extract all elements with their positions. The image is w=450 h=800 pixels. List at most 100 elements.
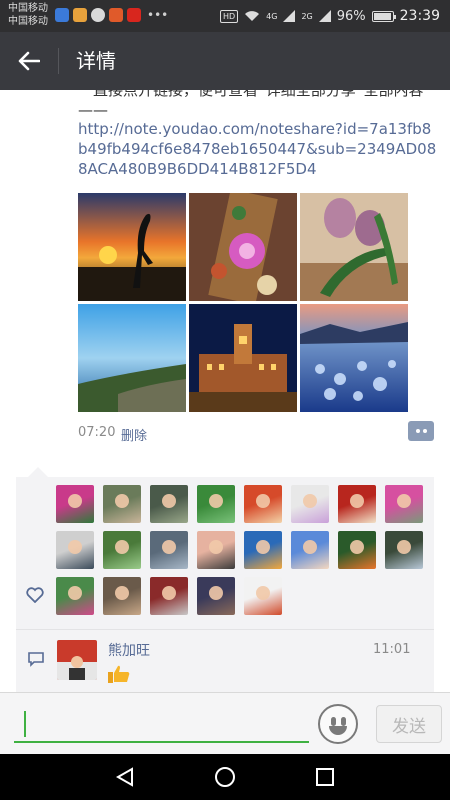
photo-grid [78,193,408,412]
likes-arrow [28,467,48,477]
carrier-2: 中国移动 [8,16,48,27]
hd-badge: HD [219,9,239,23]
comment-menu-button[interactable] [408,421,434,441]
app-bar: 详情 [0,32,450,90]
avatar-face [209,540,223,554]
avatar-face [68,586,82,600]
commenter-name[interactable]: 熊加旺 [108,640,150,660]
like-avatar[interactable] [197,577,235,615]
like-avatar[interactable] [291,531,329,569]
avatar-face [162,540,176,554]
avatar-face [209,586,223,600]
like-avatar[interactable] [56,531,94,569]
input-bar: 发送 [0,692,450,754]
comment-input[interactable] [14,707,309,743]
status-right: HD 4G 2G 96% 23:39 [219,8,440,24]
nav-home-icon[interactable] [214,766,236,788]
like-avatar[interactable] [150,531,188,569]
coastal-town-photo[interactable] [78,304,186,412]
like-avatar[interactable] [197,531,235,569]
app-notification-icon [91,8,105,22]
like-avatars [56,485,436,615]
commenter-avatar[interactable] [57,640,97,680]
signal-1-icon [283,10,296,22]
pink-flowers-tray-photo[interactable] [189,193,297,301]
avatar-face [303,494,317,508]
signal-1-label: 4G [266,11,278,21]
like-avatar[interactable] [338,485,376,523]
avatar-face [256,494,270,508]
carrier-1: 中国移动 [8,3,48,14]
avatar-face [256,586,270,600]
comments-panel: 熊加旺 11:01 [16,629,434,692]
page-title: 详情 [76,49,116,73]
post-link[interactable]: http://note.youdao.com/noteshare?id=7a13… [78,119,438,179]
like-avatar[interactable] [103,531,141,569]
battery-icon [371,10,396,22]
avatar-face [397,494,411,508]
notification-icons: ••• [55,8,168,22]
app-notification-icon [127,8,141,22]
back-button[interactable] [14,46,44,76]
signal-2-label: 2G [301,11,313,21]
like-avatar[interactable] [150,485,188,523]
post-time: 07:20 [78,425,116,440]
nav-back-icon[interactable] [114,766,136,788]
like-avatar[interactable] [244,531,282,569]
like-avatar[interactable] [385,531,423,569]
avatar-face [68,494,82,508]
avatar-face [68,540,82,554]
appbar-divider [58,48,59,74]
post-detail: 一直接点开链接，便可查看“详细全部分享”全部内容—— http://note.y… [0,90,450,692]
nav-recents-icon[interactable] [314,766,336,788]
like-avatar[interactable] [385,485,423,523]
like-avatar[interactable] [197,485,235,523]
night-palace-photo[interactable] [189,304,297,412]
avatar-face [256,540,270,554]
like-avatar[interactable] [244,577,282,615]
like-avatar[interactable] [56,577,94,615]
delete-link[interactable]: 删除 [121,425,147,444]
emoji-button[interactable] [318,704,358,744]
like-avatar[interactable] [56,485,94,523]
avatar-face [350,494,364,508]
avatar-face [209,494,223,508]
like-avatar[interactable] [103,485,141,523]
send-button[interactable]: 发送 [376,705,442,743]
carrier-info: 中国移动 中国移动 [8,2,48,28]
avatar-face [162,586,176,600]
like-avatar[interactable] [150,577,188,615]
battery-level [373,12,391,20]
signal-2-icon [318,10,331,22]
system-nav-bar [0,754,450,800]
comment-time: 11:01 [373,642,411,657]
status-bar: 中国移动 中国移动 ••• HD 4G 2G 96% 23:39 [0,0,450,32]
like-avatar[interactable] [244,485,282,523]
app-notification-icon [109,8,123,22]
avatar-face [303,540,317,554]
post-text: 一直接点开链接，便可查看“详细全部分享”全部内容—— [78,90,424,119]
text-cursor [24,711,26,737]
tulips-photo[interactable] [300,193,408,301]
more-notifications-icon: ••• [147,8,169,22]
likes-panel [16,477,434,629]
avatar-face [162,494,176,508]
app-notification-icon [73,8,87,22]
clock: 23:39 [399,8,440,24]
avatar-face [115,494,129,508]
battery-percent: 96% [336,8,366,24]
thumbs-up-icon [108,665,130,683]
avatar-face [350,540,364,554]
like-avatar[interactable] [338,531,376,569]
sunset-crane-photo[interactable] [78,193,186,301]
avatar-face [397,540,411,554]
ice-lake-photo[interactable] [300,304,408,412]
like-avatar[interactable] [103,577,141,615]
avatar-face [115,586,129,600]
heart-icon [26,587,44,603]
comment-icon [28,652,44,667]
app-notification-icon [55,8,69,22]
avatar-face [115,540,129,554]
like-avatar[interactable] [291,485,329,523]
arrow-left-icon [18,51,40,71]
